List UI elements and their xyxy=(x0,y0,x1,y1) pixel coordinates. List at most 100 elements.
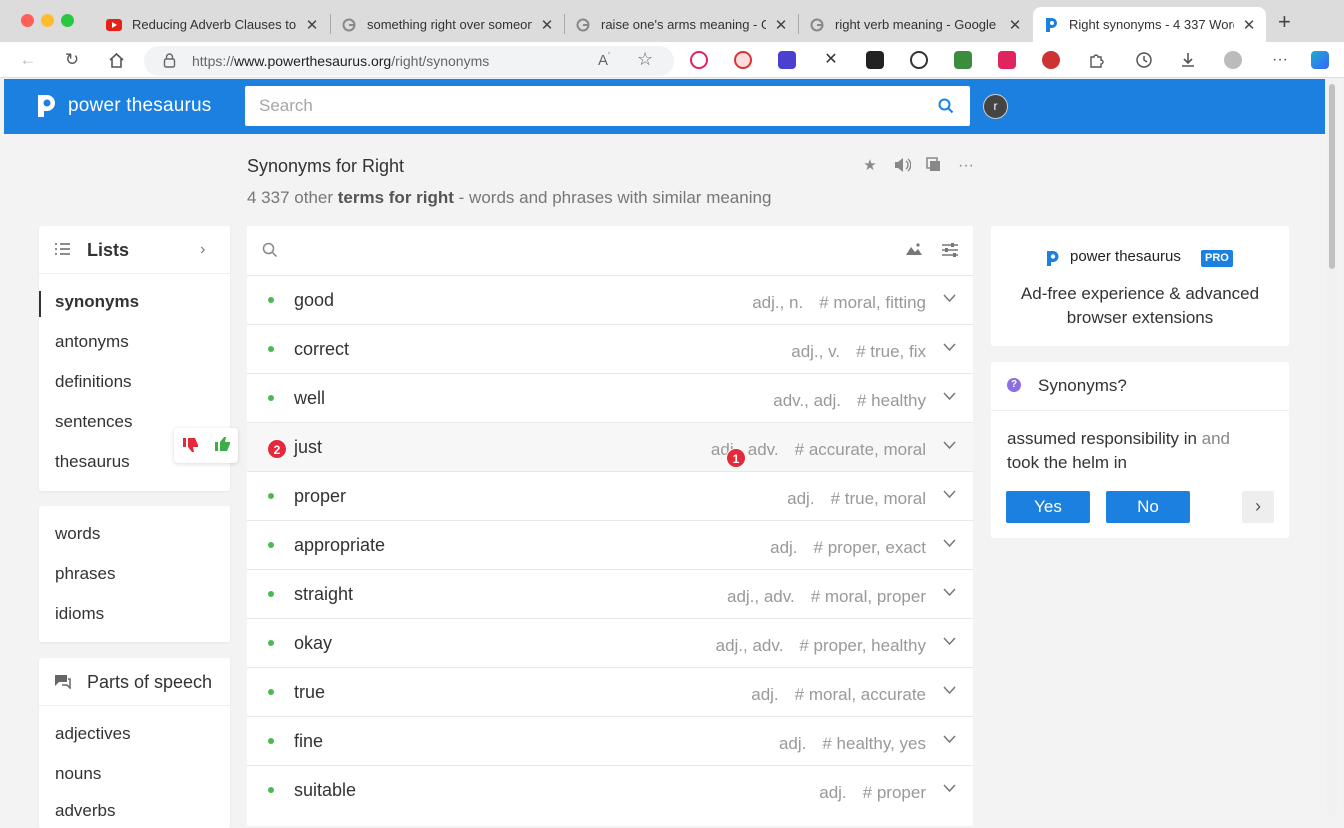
power-thesaurus-logo-icon[interactable] xyxy=(36,93,58,124)
synonym-term[interactable]: appropriate xyxy=(294,535,385,556)
thumbs-up-icon[interactable] xyxy=(214,436,231,457)
search-icon[interactable] xyxy=(938,98,954,119)
search-extension-icon[interactable] xyxy=(734,51,752,69)
no-button[interactable]: No xyxy=(1106,491,1190,523)
synonym-tags[interactable]: # true, moral xyxy=(831,489,926,508)
close-tab-icon[interactable]: ✕ xyxy=(774,16,788,34)
extensions-puzzle-icon[interactable] xyxy=(1084,49,1108,71)
sidebar-item-sentences[interactable]: sentences xyxy=(55,412,133,432)
thumbs-down-icon[interactable] xyxy=(182,437,199,458)
synonym-row[interactable]: just adj., adv. # accurate, moral xyxy=(247,422,973,471)
chevron-down-icon[interactable] xyxy=(943,633,957,647)
synonym-term[interactable]: correct xyxy=(294,339,349,360)
chevron-down-icon[interactable] xyxy=(943,339,957,353)
dark-extension-icon[interactable] xyxy=(866,51,884,69)
favorite-star-icon[interactable]: ☆ xyxy=(637,49,653,70)
tools-extension-icon[interactable]: ✕ xyxy=(822,51,840,69)
browser-tab-active[interactable]: Right synonyms - 4 337 Words ✕ xyxy=(1033,7,1266,42)
synonym-tags[interactable]: # moral, proper xyxy=(811,587,926,606)
synonym-term[interactable]: straight xyxy=(294,584,353,605)
home-icon[interactable] xyxy=(104,49,128,71)
address-bar[interactable]: https://www.powerthesaurus.org/right/syn… xyxy=(144,46,674,76)
browser-tab-4[interactable]: right verb meaning - Google S ✕ xyxy=(799,7,1032,42)
synonym-term[interactable]: true xyxy=(294,682,325,703)
copilot-icon[interactable] xyxy=(1311,51,1329,69)
synonym-tags[interactable]: # moral, accurate xyxy=(795,685,926,704)
sidebar-item-phrases[interactable]: phrases xyxy=(55,564,115,584)
synonym-term[interactable]: proper xyxy=(294,486,346,507)
synonym-term[interactable]: good xyxy=(294,290,334,311)
download-extension-icon[interactable] xyxy=(954,51,972,69)
reload-icon[interactable]: ↻ xyxy=(60,49,84,71)
sidebar-item-words[interactable]: words xyxy=(55,524,100,544)
new-tab-icon[interactable]: + xyxy=(1278,10,1291,34)
browser-tab-2[interactable]: something right over someone ✕ xyxy=(331,7,564,42)
synonym-row[interactable]: correct adj., v. # true, fix xyxy=(247,324,973,373)
sidebar-item-adjectives[interactable]: adjectives xyxy=(55,724,131,744)
back-icon[interactable]: ← xyxy=(16,49,40,71)
parts-of-speech-header[interactable]: Parts of speech xyxy=(87,672,212,693)
synonym-row[interactable]: fine adj. # healthy, yes xyxy=(247,716,973,765)
chevron-down-icon[interactable] xyxy=(943,437,957,451)
sidebar-item-nouns[interactable]: nouns xyxy=(55,764,101,784)
synonym-tags[interactable]: # healthy, yes xyxy=(822,734,926,753)
synonym-term[interactable]: just xyxy=(294,437,322,458)
close-tab-icon[interactable]: ✕ xyxy=(305,16,319,34)
sidebar-item-antonyms[interactable]: antonyms xyxy=(55,332,129,352)
synonym-row[interactable]: appropriate adj. # proper, exact xyxy=(247,520,973,569)
filter-search-icon[interactable] xyxy=(262,242,278,263)
synonym-row[interactable]: straight adj., adv. # moral, proper xyxy=(247,569,973,618)
synonym-row[interactable]: suitable adj. # proper xyxy=(247,765,973,814)
scroll-thumb[interactable] xyxy=(1329,84,1335,269)
chevron-down-icon[interactable] xyxy=(943,780,957,794)
synonym-term[interactable]: well xyxy=(294,388,325,409)
sidebar-item-idioms[interactable]: idioms xyxy=(55,604,104,624)
synonym-term[interactable]: fine xyxy=(294,731,323,752)
synonym-row[interactable]: true adj. # moral, accurate xyxy=(247,667,973,716)
chevron-down-icon[interactable] xyxy=(943,290,957,304)
chevron-down-icon[interactable] xyxy=(943,388,957,402)
close-tab-icon[interactable]: ✕ xyxy=(540,16,554,34)
browser-tab-3[interactable]: raise one's arms meaning - Go ✕ xyxy=(565,7,798,42)
search-input[interactable] xyxy=(259,96,909,116)
more-menu-icon[interactable]: ··· xyxy=(1268,49,1292,71)
chevron-down-icon[interactable] xyxy=(943,682,957,696)
edit-extension-icon[interactable] xyxy=(778,51,796,69)
synonym-row[interactable]: proper adj. # true, moral xyxy=(247,471,973,520)
synonym-tags[interactable]: # moral, fitting xyxy=(819,293,926,312)
image-mode-icon[interactable] xyxy=(905,242,923,261)
chevron-right-icon[interactable]: › xyxy=(200,241,205,259)
filter-settings-icon[interactable] xyxy=(941,242,959,263)
maximize-window-button[interactable] xyxy=(61,14,74,27)
synonym-tags[interactable]: # proper, healthy xyxy=(799,636,926,655)
synonym-tags[interactable]: # proper, exact xyxy=(814,538,926,557)
synonym-row[interactable]: good adj., n. # moral, fitting xyxy=(247,275,973,324)
media-extension-icon[interactable] xyxy=(690,51,708,69)
synonym-tags[interactable]: # accurate, moral xyxy=(795,440,926,459)
speaker-icon[interactable] xyxy=(893,157,911,175)
user-avatar[interactable]: r xyxy=(983,94,1008,119)
synonym-row[interactable]: well adv., adj. # healthy xyxy=(247,373,973,422)
synonym-row[interactable]: okay adj., adv. # proper, healthy xyxy=(247,618,973,667)
lock-icon[interactable] xyxy=(163,52,176,73)
site-logo-text[interactable]: power thesaurus xyxy=(68,95,211,117)
synonym-tags[interactable]: # proper xyxy=(863,783,926,802)
close-window-button[interactable] xyxy=(21,14,34,27)
synonym-tags[interactable]: # true, fix xyxy=(856,342,926,361)
yes-button[interactable]: Yes xyxy=(1006,491,1090,523)
close-tab-icon[interactable]: ✕ xyxy=(1242,16,1256,34)
minimize-window-button[interactable] xyxy=(41,14,54,27)
alert-extension-icon[interactable] xyxy=(1042,51,1060,69)
lists-header[interactable]: Lists xyxy=(87,240,129,261)
downloads-icon[interactable] xyxy=(1176,49,1200,71)
browser-tab-1[interactable]: Reducing Adverb Clauses to P ✕ xyxy=(96,7,329,42)
sidebar-item-adverbs[interactable]: adverbs xyxy=(55,801,115,821)
record-extension-icon[interactable] xyxy=(910,51,928,69)
sidebar-item-thesaurus[interactable]: thesaurus xyxy=(55,452,130,472)
sidebar-item-synonyms[interactable]: synonyms xyxy=(55,292,139,312)
search-box[interactable] xyxy=(245,86,970,126)
synonym-tags[interactable]: # healthy xyxy=(857,391,926,410)
star-icon[interactable]: ★ xyxy=(861,157,879,175)
pro-promo-card[interactable]: power thesaurus PRO Ad-free experience &… xyxy=(991,226,1289,346)
sidebar-item-definitions[interactable]: definitions xyxy=(55,372,132,392)
